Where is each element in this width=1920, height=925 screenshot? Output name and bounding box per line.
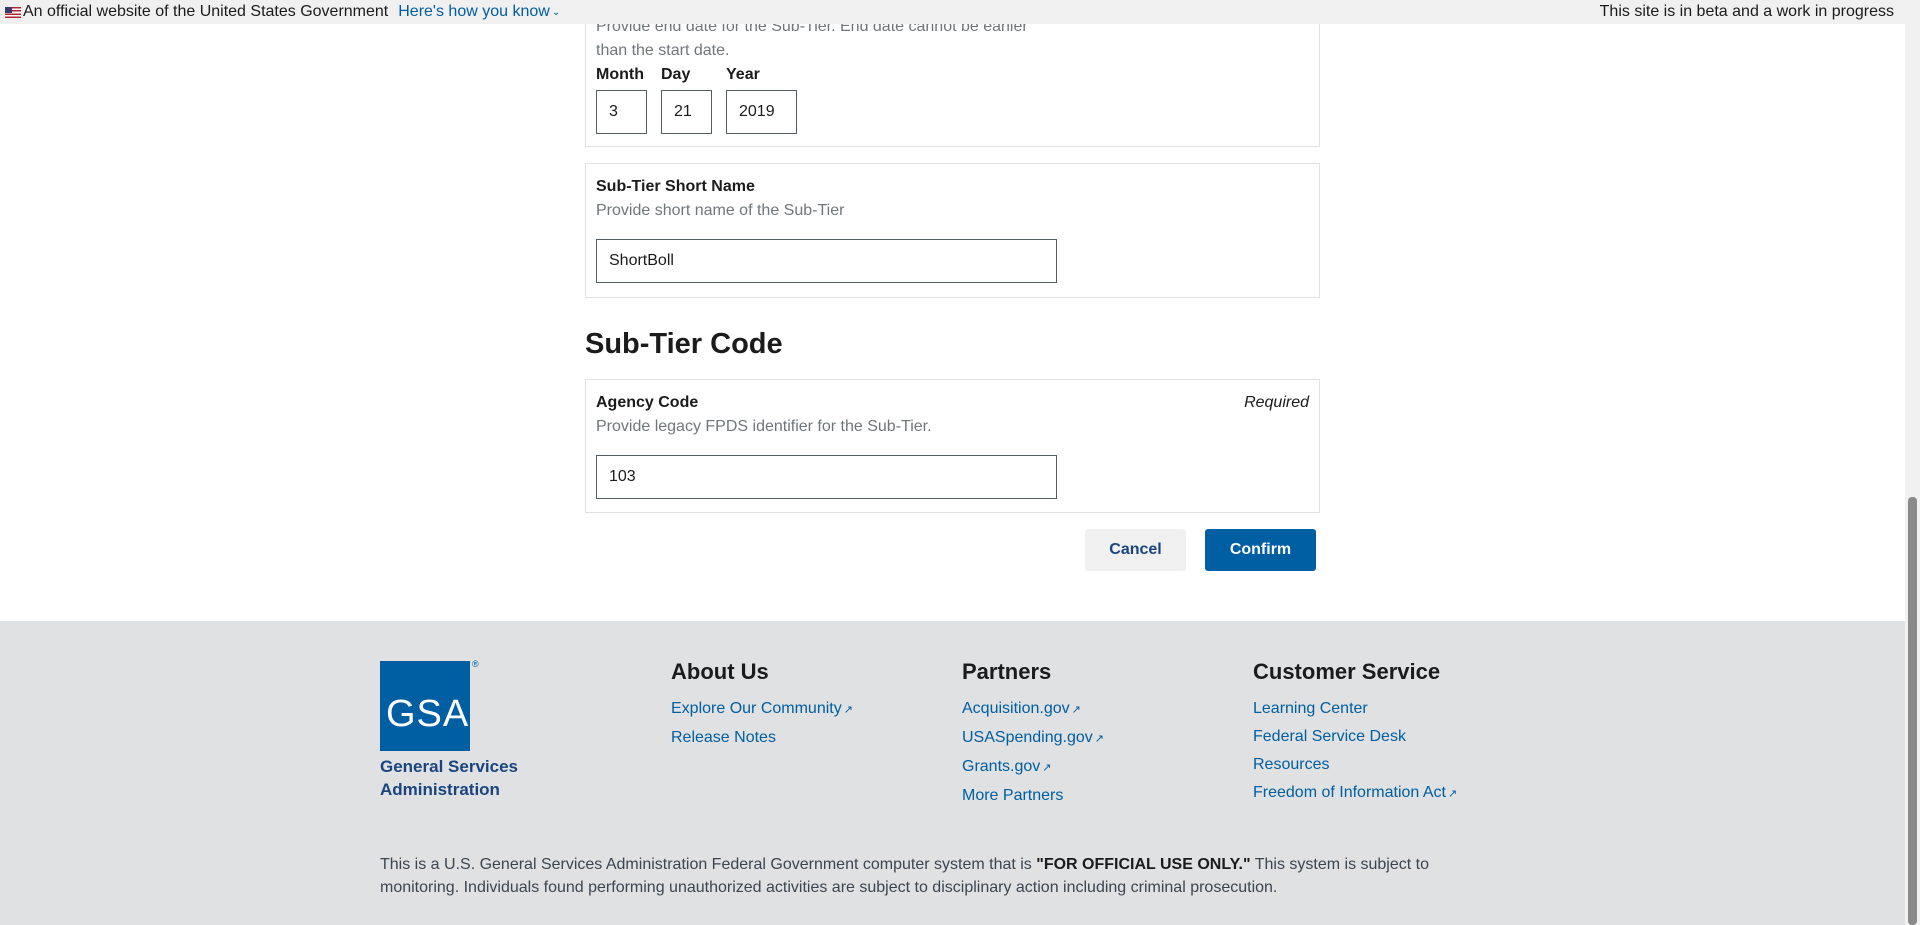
short-name-label: Sub-Tier Short Name xyxy=(596,178,755,195)
external-link-icon: ↗ xyxy=(843,704,853,716)
more-partners-link[interactable]: More Partners xyxy=(962,782,1104,810)
short-name-panel: Sub-Tier Short Name Provide short name o… xyxy=(585,163,1320,298)
foia-link[interactable]: Freedom of Information Act ↗ xyxy=(1253,779,1457,808)
scrollbar-thumb[interactable] xyxy=(1908,497,1917,925)
gov-banner: An official website of the United States… xyxy=(0,0,1905,24)
federal-service-desk-link[interactable]: Federal Service Desk xyxy=(1253,723,1457,751)
about-us-heading: About Us xyxy=(671,659,769,684)
beta-notice: This site is in beta and a work in progr… xyxy=(1599,3,1894,20)
month-input[interactable] xyxy=(596,90,647,134)
confirm-button[interactable]: Confirm xyxy=(1205,529,1316,571)
partners-column: Partners Acquisition.gov ↗ USASpending.go… xyxy=(962,659,1104,810)
cancel-button[interactable]: Cancel xyxy=(1085,529,1186,571)
external-link-icon: ↗ xyxy=(1447,788,1458,800)
short-name-input[interactable] xyxy=(596,239,1057,283)
customer-service-heading: Customer Service xyxy=(1253,659,1441,684)
chevron-down-icon: ⌄ xyxy=(551,6,561,18)
how-you-know-label: Here's how you know xyxy=(398,3,550,20)
external-link-icon: ↗ xyxy=(1042,762,1052,774)
required-indicator: Required xyxy=(1244,394,1309,411)
agency-code-help: Provide legacy FPDS identifier for the S… xyxy=(596,418,932,435)
security-disclaimer: This is a U.S. General Services Administ… xyxy=(380,856,1429,896)
learning-center-link[interactable]: Learning Center xyxy=(1253,695,1457,723)
year-label: Year xyxy=(726,66,760,83)
short-name-help: Provide short name of the Sub-Tier xyxy=(596,202,845,219)
day-label: Day xyxy=(661,66,691,83)
page-scrollbar[interactable] xyxy=(1905,0,1920,925)
site-footer: GSA ® General Services Administration Ab… xyxy=(0,621,1905,925)
agency-code-panel: Agency Code Required Provide legacy FPDS… xyxy=(585,379,1320,513)
resources-link[interactable]: Resources xyxy=(1253,751,1457,779)
day-input[interactable] xyxy=(661,90,712,134)
month-label: Month xyxy=(596,66,644,83)
about-us-column: About Us Explore Our Community ↗ Release … xyxy=(671,659,853,752)
official-site-text: An official website of the United States… xyxy=(23,3,389,20)
external-link-icon: ↗ xyxy=(1094,733,1104,745)
partners-heading: Partners xyxy=(962,659,1052,684)
gsa-logo[interactable]: GSA xyxy=(380,661,470,751)
customer-service-column: Customer Service Learning Center Federal… xyxy=(1253,659,1457,808)
agency-code-input[interactable] xyxy=(596,455,1057,499)
registered-mark-icon: ® xyxy=(472,659,479,669)
explore-community-link[interactable]: Explore Our Community ↗ xyxy=(671,695,853,724)
acquisition-link[interactable]: Acquisition.gov ↗ xyxy=(962,695,1104,724)
release-notes-link[interactable]: Release Notes xyxy=(671,724,853,752)
gsa-org-name: General Services Administration xyxy=(380,757,518,799)
usaspending-link[interactable]: USASpending.gov ↗ xyxy=(962,724,1104,753)
agency-code-label: Agency Code xyxy=(596,394,699,411)
year-input[interactable] xyxy=(726,90,797,134)
gsa-logo-text: GSA xyxy=(386,693,470,735)
us-flag-icon xyxy=(5,6,21,18)
how-you-know-link[interactable]: Here's how you know ⌄ xyxy=(398,3,560,21)
sub-tier-code-heading: Sub-Tier Code xyxy=(585,328,783,360)
external-link-icon: ↗ xyxy=(1071,704,1081,716)
grants-link[interactable]: Grants.gov ↗ xyxy=(962,753,1104,782)
